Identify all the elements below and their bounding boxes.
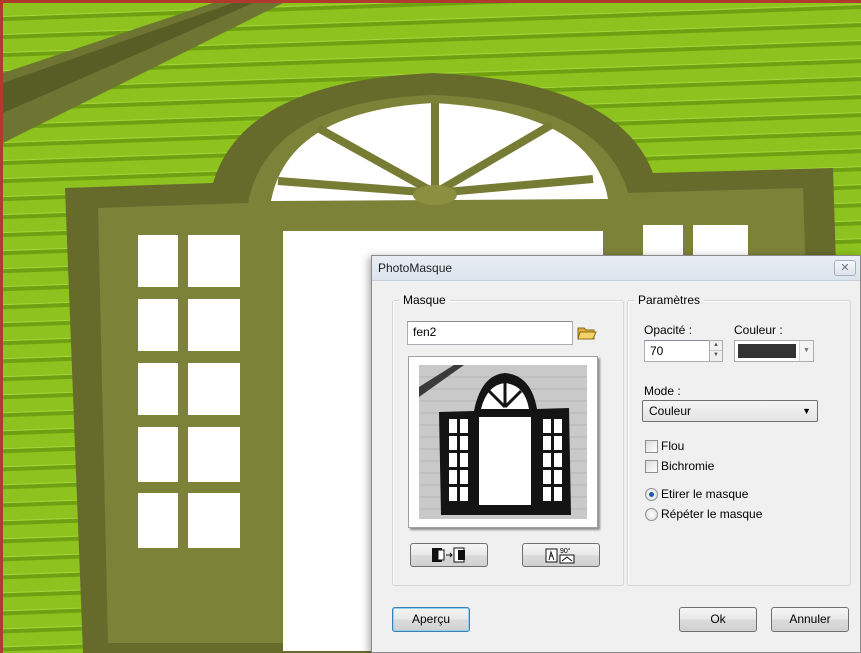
flip-mask-button[interactable] bbox=[410, 543, 488, 567]
apercu-button[interactable]: Aperçu bbox=[392, 607, 470, 632]
dialog-title: PhotoMasque bbox=[378, 261, 453, 275]
mask-preview-image bbox=[419, 365, 587, 519]
repeter-label[interactable]: Répéter le masque bbox=[661, 507, 762, 521]
mode-label: Mode : bbox=[644, 384, 681, 398]
dialog-titlebar[interactable]: PhotoMasque ✕ bbox=[372, 256, 860, 281]
photomasque-dialog: PhotoMasque ✕ Masque fen2 90° Paramètres… bbox=[371, 255, 861, 653]
mode-select[interactable]: Couleur ▼ bbox=[642, 400, 818, 422]
masque-group-label: Masque bbox=[399, 293, 450, 307]
color-swatch bbox=[738, 344, 796, 358]
chevron-down-icon[interactable]: ▼ bbox=[799, 341, 813, 361]
color-picker[interactable]: ▼ bbox=[734, 340, 814, 362]
folder-open-icon[interactable] bbox=[577, 324, 597, 342]
bichromie-label[interactable]: Bichromie bbox=[661, 459, 714, 473]
mode-value: Couleur bbox=[649, 404, 692, 418]
parametres-group-label: Paramètres bbox=[634, 293, 705, 307]
etirer-label[interactable]: Etirer le masque bbox=[661, 487, 748, 501]
flip-horizontal-icon bbox=[432, 547, 465, 563]
opacity-stepper[interactable]: ▲ ▼ bbox=[709, 340, 723, 362]
spin-up-icon[interactable]: ▲ bbox=[710, 341, 722, 351]
ok-button[interactable]: Ok bbox=[679, 607, 757, 632]
flou-label[interactable]: Flou bbox=[661, 439, 684, 453]
rotate-90-icon: 90° bbox=[545, 547, 575, 564]
close-button[interactable]: ✕ bbox=[834, 260, 856, 276]
bichromie-checkbox[interactable] bbox=[645, 460, 658, 473]
mask-preview bbox=[408, 356, 598, 528]
etirer-radio[interactable] bbox=[645, 488, 658, 501]
rotate-caption: 90° bbox=[560, 547, 571, 555]
annuler-button[interactable]: Annuler bbox=[771, 607, 849, 632]
close-icon: ✕ bbox=[840, 262, 850, 274]
flou-checkbox[interactable] bbox=[645, 440, 658, 453]
repeter-radio[interactable] bbox=[645, 508, 658, 521]
spin-down-icon[interactable]: ▼ bbox=[710, 351, 722, 361]
mask-name-field[interactable]: fen2 bbox=[407, 321, 573, 345]
color-label: Couleur : bbox=[734, 323, 783, 337]
rotate-mask-button[interactable]: 90° bbox=[522, 543, 600, 567]
chevron-down-icon: ▼ bbox=[802, 406, 811, 416]
opacity-field[interactable]: 70 bbox=[644, 340, 710, 362]
opacity-label: Opacité : bbox=[644, 323, 693, 337]
